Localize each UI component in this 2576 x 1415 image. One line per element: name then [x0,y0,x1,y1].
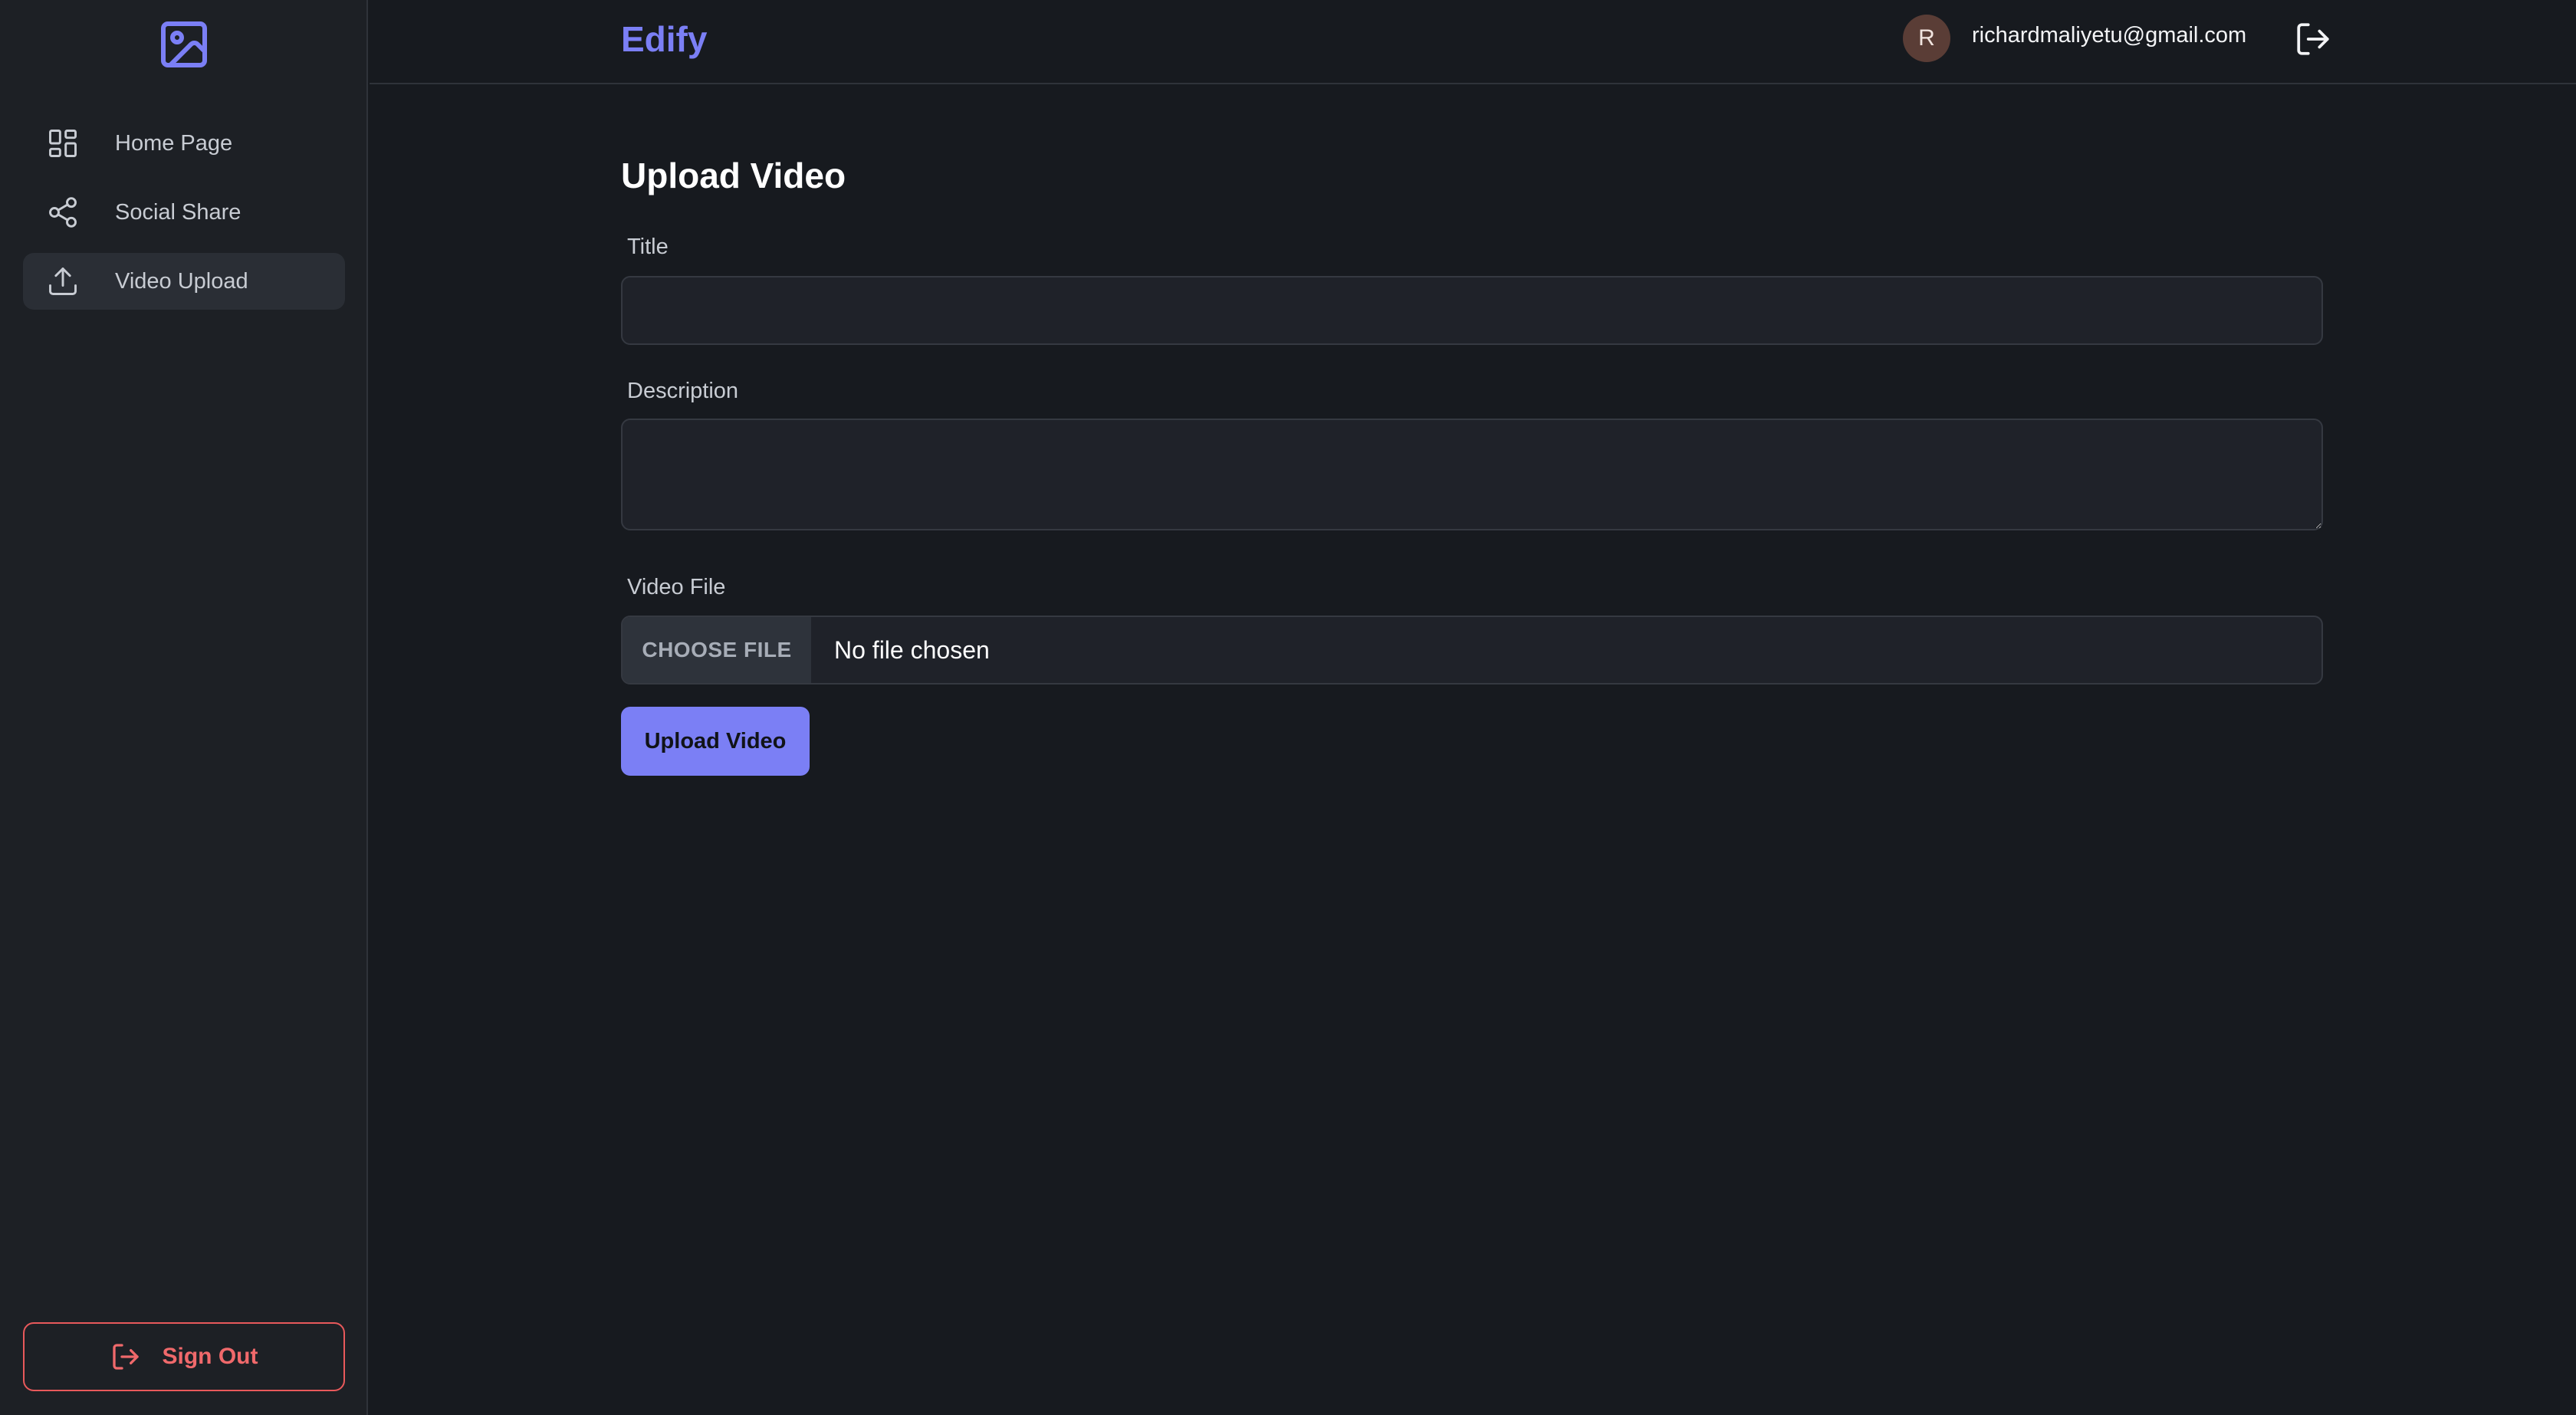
sidebar-item-label: Home Page [115,130,233,156]
sidebar-nav: Home Page Social Share Video Upload [23,115,345,322]
dashboard-grid-icon [49,130,77,157]
sidebar-item-label: Video Upload [115,268,248,294]
sign-out-button[interactable]: Sign Out [23,1322,345,1391]
avatar[interactable]: R [1903,15,1950,62]
sidebar-item-social-share[interactable]: Social Share [23,184,345,241]
logout-icon[interactable] [2294,20,2332,58]
video-file-input[interactable]: CHOOSE FILE No file chosen [621,616,2323,685]
upload-icon [49,268,77,295]
description-label: Description [627,379,739,403]
video-file-label: Video File [627,575,726,599]
title-input[interactable] [621,276,2323,345]
title-label: Title [627,235,669,259]
sidebar-item-video-upload[interactable]: Video Upload [23,253,345,310]
choose-file-button[interactable]: CHOOSE FILE [623,617,811,683]
page-title: Upload Video [621,156,846,195]
top-header: Edify R richardmaliyetu@gmail.com [370,0,2576,84]
sidebar: Home Page Social Share Video Upload Sign… [0,0,368,1415]
sidebar-item-label: Social Share [115,199,242,225]
description-textarea[interactable] [621,419,2323,530]
upload-video-button[interactable]: Upload Video [621,707,810,776]
image-logo-icon[interactable] [156,17,212,72]
sign-out-label: Sign Out [162,1344,258,1369]
share-icon [49,197,77,228]
app-brand[interactable]: Edify [621,18,707,60]
user-email: richardmaliyetu@gmail.com [1972,23,2247,48]
logout-icon [112,1344,139,1370]
file-status: No file chosen [834,635,990,664]
sidebar-item-home-page[interactable]: Home Page [23,115,345,172]
